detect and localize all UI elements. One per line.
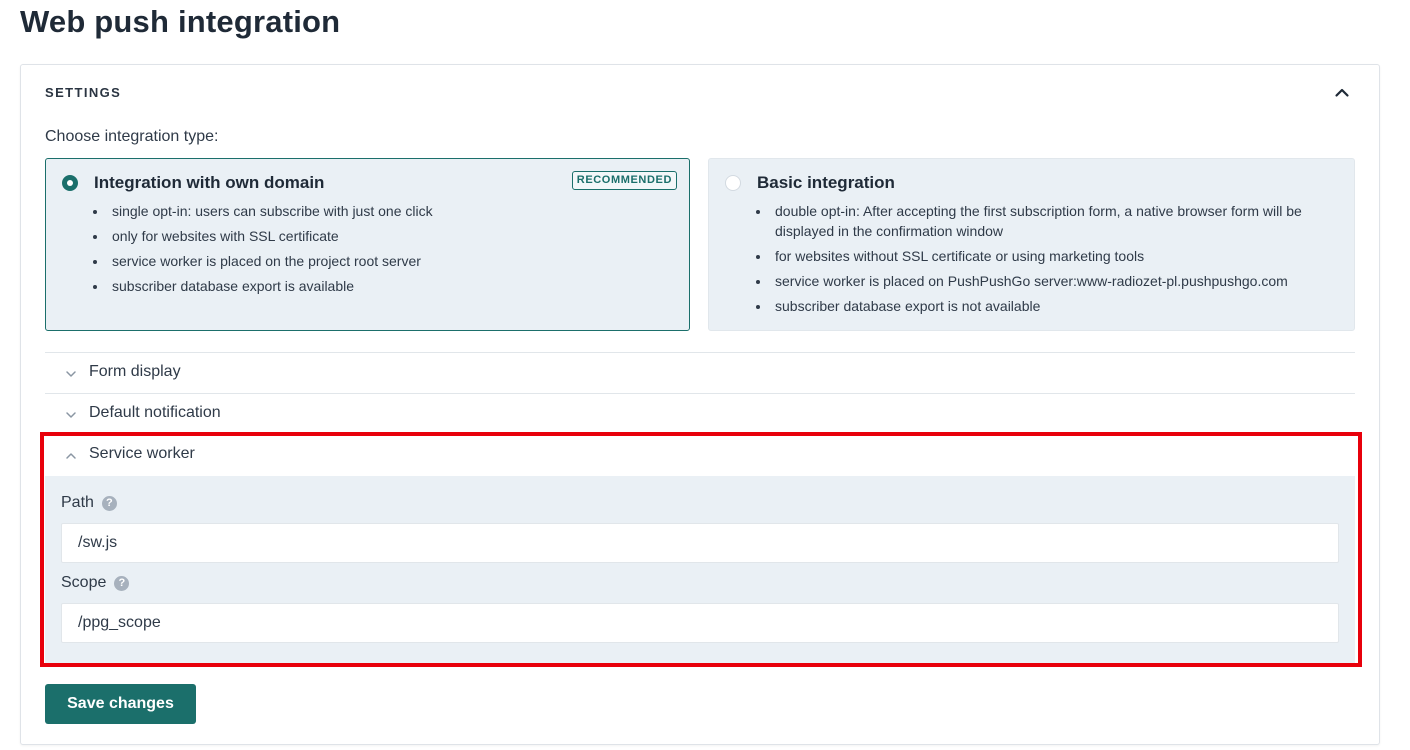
- settings-card: SETTINGS Choose integration type: Integr…: [20, 64, 1380, 745]
- scope-label: Scope?: [61, 574, 130, 592]
- feature-item: for websites without SSL certificate or …: [771, 246, 1340, 266]
- feature-list: double opt-in: After accepting the first…: [757, 201, 1340, 321]
- chevron-up-icon[interactable]: [1333, 84, 1351, 102]
- settings-header[interactable]: SETTINGS: [45, 84, 1355, 102]
- chevron-down-icon: [65, 408, 77, 420]
- accordion-label: Default notification: [89, 404, 221, 421]
- feature-item: only for websites with SSL certificate: [108, 226, 675, 246]
- settings-header-title: SETTINGS: [45, 85, 122, 100]
- radio-basic-integration[interactable]: [725, 175, 741, 191]
- path-input[interactable]: [61, 523, 1339, 563]
- option-own-domain[interactable]: Integration with own domain RECOMMENDED …: [45, 158, 690, 331]
- feature-item: subscriber database export is not availa…: [771, 296, 1340, 316]
- feature-item: subscriber database export is available: [108, 276, 675, 296]
- feature-item: service worker is placed on PushPushGo s…: [771, 271, 1340, 291]
- scope-label-text: Scope: [61, 574, 107, 591]
- option-title: Basic integration: [757, 173, 895, 192]
- accordion-default-notification[interactable]: Default notification: [45, 394, 1355, 434]
- feature-item: single opt-in: users can subscribe with …: [108, 201, 675, 221]
- accordion-label: Form display: [89, 363, 181, 380]
- chevron-down-icon: [65, 367, 77, 379]
- accordion-form-display[interactable]: Form display: [45, 353, 1355, 393]
- option-title: Integration with own domain: [94, 173, 325, 192]
- integration-type-label: Choose integration type:: [45, 128, 219, 145]
- service-worker-panel: Path? Scope?: [45, 476, 1355, 665]
- save-changes-button[interactable]: Save changes: [45, 684, 196, 724]
- radio-own-domain[interactable]: [62, 175, 78, 191]
- feature-item: service worker is placed on the project …: [108, 251, 675, 271]
- feature-item: double opt-in: After accepting the first…: [771, 201, 1340, 241]
- path-label: Path?: [61, 494, 117, 512]
- feature-list: single opt-in: users can subscribe with …: [94, 201, 675, 301]
- scope-input[interactable]: [61, 603, 1339, 643]
- recommended-badge: RECOMMENDED: [571, 171, 677, 190]
- option-basic-integration[interactable]: Basic integration double opt-in: After a…: [708, 158, 1355, 331]
- page-title: Web push integration: [20, 4, 341, 39]
- help-icon[interactable]: ?: [114, 576, 130, 591]
- help-icon[interactable]: ?: [101, 496, 117, 511]
- accordion-label: Service worker: [89, 445, 195, 462]
- path-label-text: Path: [61, 494, 94, 511]
- accordion-service-worker[interactable]: Service worker: [45, 435, 1355, 475]
- chevron-up-icon: [65, 449, 77, 461]
